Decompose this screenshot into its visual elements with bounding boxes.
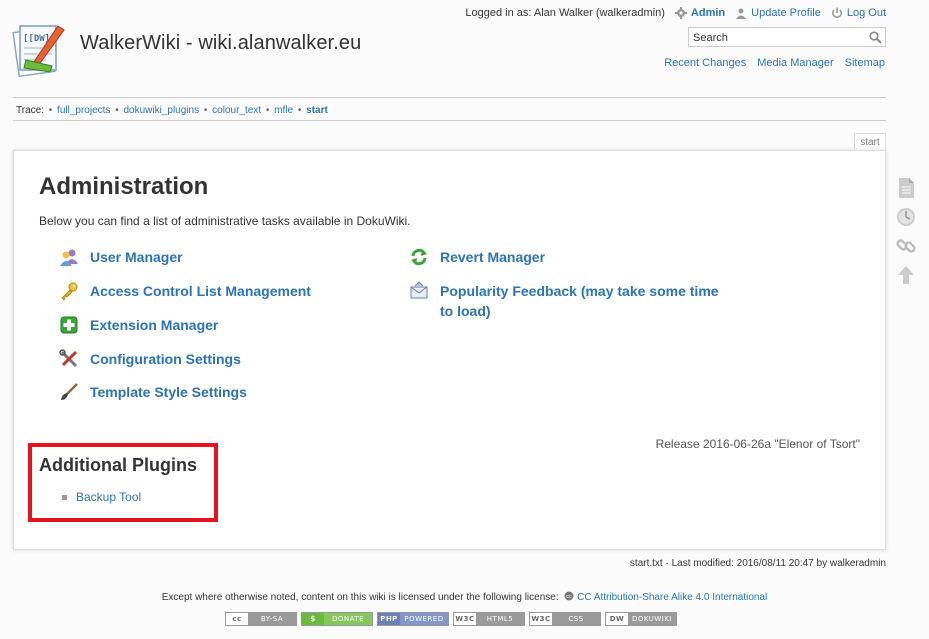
envelope-icon [409, 281, 429, 301]
license-link[interactable]: CC Attribution-Share Alike 4.0 Internati… [577, 592, 767, 603]
admin-task-acl[interactable]: Access Control List Management [59, 281, 311, 301]
admin-task-label[interactable]: Access Control List Management [90, 281, 311, 301]
recent-changes-link[interactable]: Recent Changes [664, 57, 746, 69]
brush-icon [59, 382, 79, 402]
power-icon [831, 7, 842, 18]
admin-label[interactable]: Admin [691, 7, 725, 19]
dokuwiki-badge[interactable]: DW DOKUWIKI [605, 612, 677, 626]
search-input[interactable] [689, 29, 864, 47]
backlinks-button[interactable] [893, 233, 919, 259]
release-info: Release 2016-06-26a "Elenor of Tsort" [655, 437, 860, 451]
site-title[interactable]: WalkerWiki - wiki.alanwalker.eu [80, 32, 361, 55]
donate-badge[interactable]: $ DONATE [301, 612, 373, 626]
show-page-button[interactable] [893, 175, 919, 201]
page-title: Administration [39, 173, 209, 200]
logout-label[interactable]: Log Out [847, 7, 886, 19]
update-profile-link[interactable]: Update Profile [735, 7, 821, 19]
admin-task-popularity[interactable]: Popularity Feedback (may take some time … [409, 281, 730, 321]
content-card: Administration Below you can find a list… [13, 150, 886, 550]
logged-in-text: Logged in as: Alan Walker (walkeradmin) [465, 7, 665, 19]
site-tools: Recent Changes Media Manager Sitemap [664, 57, 885, 69]
admin-task-label[interactable]: User Manager [90, 247, 183, 267]
breadcrumb-item[interactable]: mfle [274, 105, 293, 116]
header-divider [13, 97, 886, 98]
revert-icon [409, 247, 429, 267]
admin-task-extension-manager[interactable]: Extension Manager [59, 315, 218, 335]
list-item: Backup Tool [62, 490, 141, 504]
bullet-icon [62, 494, 67, 500]
admin-task-label[interactable]: Template Style Settings [90, 382, 247, 402]
users-icon [59, 247, 79, 267]
admin-task-label[interactable]: Revert Manager [440, 247, 545, 267]
admin-task-revert-manager[interactable]: Revert Manager [409, 247, 545, 267]
doc-info: start.txt · Last modified: 2016/08/11 20… [629, 558, 886, 569]
dokuwiki-logo[interactable]: [[DW]] [12, 20, 72, 80]
breadcrumb: Trace: • full_projects • dokuwiki_plugin… [16, 105, 328, 116]
page-icon [899, 178, 914, 198]
gear-icon [674, 7, 687, 19]
logout-link[interactable]: Log Out [831, 7, 886, 19]
footer-badges: cc BY-SA $ DONATE PHP POWERED W3C HTML5 W3C C… [225, 612, 677, 626]
key-icon [59, 281, 79, 301]
page-id-tab: start [854, 133, 886, 151]
license-prefix: Except where otherwise noted, content on… [161, 592, 559, 603]
breadcrumb-item[interactable]: full_projects [57, 105, 110, 116]
media-manager-link[interactable]: Media Manager [757, 57, 833, 69]
link-icon [896, 239, 916, 253]
search-box [688, 27, 886, 47]
intro-text: Below you can find a list of administrat… [39, 214, 411, 228]
breadcrumb-item[interactable]: colour_text [212, 105, 261, 116]
admin-link[interactable]: Admin [674, 7, 725, 19]
user-tools: Logged in as: Alan Walker (walkeradmin) … [465, 7, 886, 19]
license-text: Except where otherwise noted, content on… [0, 591, 929, 603]
additional-plugins-list: Backup Tool [62, 490, 141, 504]
html5-badge[interactable]: W3C HTML5 [453, 612, 525, 626]
breadcrumb-item-current[interactable]: start [306, 105, 328, 116]
additional-plugins-heading: Additional Plugins [39, 455, 197, 475]
php-badge[interactable]: PHP POWERED [377, 612, 449, 626]
admin-task-label[interactable]: Configuration Settings [90, 349, 241, 369]
breadcrumb-label: Trace: [16, 105, 44, 116]
css-badge[interactable]: W3C CSS [529, 612, 601, 626]
back-to-top-button[interactable] [893, 262, 919, 288]
admin-task-template-style[interactable]: Template Style Settings [59, 382, 247, 402]
cc-badge[interactable]: cc BY-SA [225, 612, 297, 626]
breadcrumb-item[interactable]: dokuwiki_plugins [123, 105, 199, 116]
search-icon[interactable] [869, 31, 882, 44]
admin-task-label[interactable]: Extension Manager [90, 315, 218, 335]
update-profile-label[interactable]: Update Profile [751, 7, 821, 19]
breadcrumb-divider [13, 120, 886, 121]
svg-text:cc: cc [567, 594, 573, 600]
clock-icon [897, 208, 915, 226]
cc-icon: cc [564, 591, 574, 601]
old-revisions-button[interactable] [893, 204, 919, 230]
page-tools [893, 175, 919, 291]
sitemap-link[interactable]: Sitemap [845, 57, 885, 69]
admin-task-configuration[interactable]: Configuration Settings [59, 349, 241, 369]
admin-task-user-manager[interactable]: User Manager [59, 247, 183, 267]
tools-icon [59, 349, 79, 369]
backup-tool-link[interactable]: Backup Tool [76, 490, 141, 504]
user-icon [736, 8, 747, 19]
admin-task-label[interactable]: Popularity Feedback (may take some time … [440, 281, 730, 321]
plus-puzzle-icon [59, 315, 79, 335]
arrow-up-icon [898, 266, 914, 284]
